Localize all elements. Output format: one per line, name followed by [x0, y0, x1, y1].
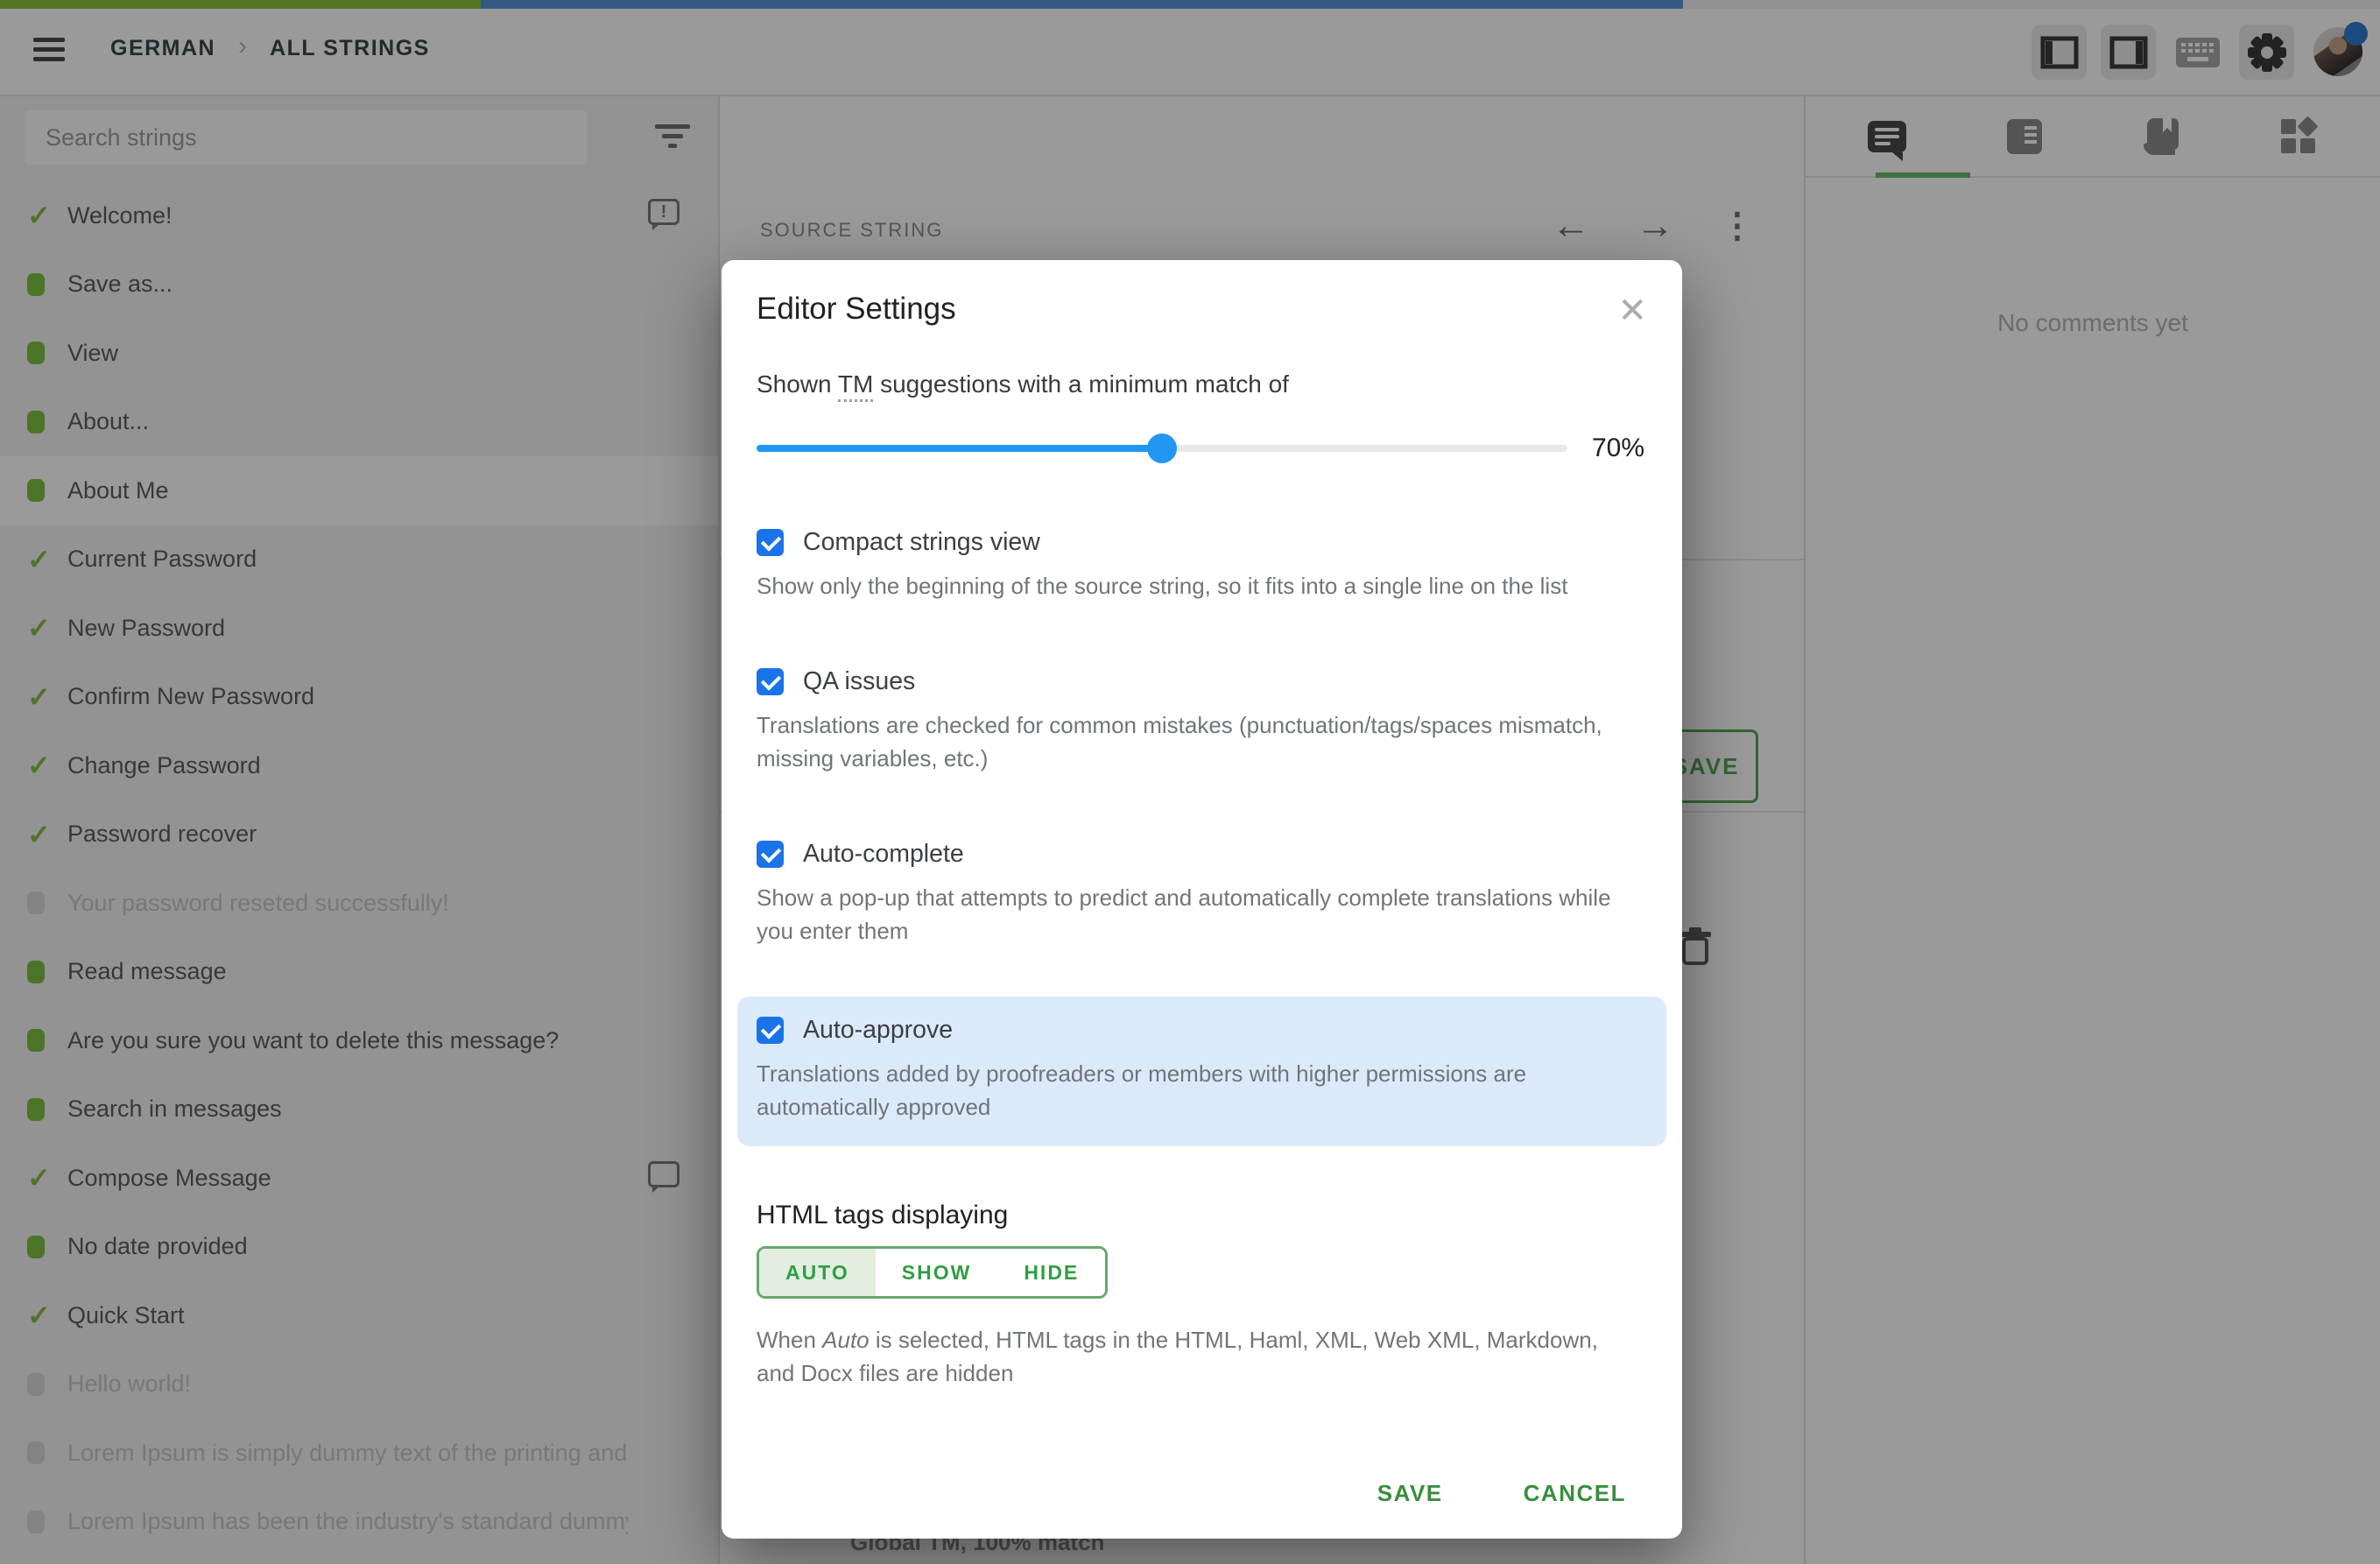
slider-track[interactable]: [757, 433, 1567, 463]
slider-value: 70%: [1592, 433, 1645, 462]
checkbox-checked[interactable]: [757, 1017, 784, 1044]
option-compact-strings-view: Compact strings view Show only the begin…: [757, 528, 1568, 599]
option-qa-issues: QA issues Translations are checked for c…: [757, 667, 1602, 771]
html-tags-description: When Auto is selected, HTML tags in the …: [757, 1327, 1598, 1386]
editor-settings-dialog: Editor Settings ✕ Shown TM suggestions w…: [722, 260, 1682, 1539]
close-icon[interactable]: ✕: [1617, 293, 1647, 328]
option-auto-complete: Auto-complete Show a pop-up that attempt…: [757, 840, 1611, 944]
slider-fill: [757, 445, 1162, 452]
option-auto-approve: Auto-approve Translations added by proof…: [737, 997, 1666, 1146]
checkbox-checked[interactable]: [757, 529, 784, 556]
segment-show[interactable]: SHOW: [875, 1249, 998, 1296]
segment-hide[interactable]: HIDE: [997, 1249, 1106, 1296]
checkbox-checked[interactable]: [757, 841, 784, 868]
html-tags-heading: HTML tags displaying: [757, 1201, 1009, 1229]
slider-thumb[interactable]: [1147, 433, 1177, 463]
dialog-footer: SAVE CANCEL: [1377, 1480, 1626, 1507]
save-button[interactable]: SAVE: [1377, 1480, 1443, 1507]
cancel-button[interactable]: CANCEL: [1524, 1480, 1626, 1507]
dialog-title: Editor Settings: [757, 292, 956, 326]
app: GERMAN › ALL STRINGS Search strings ✓ We…: [0, 0, 2380, 1564]
tm-slider-label: Shown TM suggestions with a minimum matc…: [757, 370, 1647, 402]
checkbox-checked[interactable]: [757, 668, 784, 695]
tm-match-slider-row: 70%: [757, 433, 1647, 463]
segment-auto[interactable]: AUTO: [759, 1249, 876, 1296]
html-tags-segmented-control: AUTO SHOW HIDE: [757, 1246, 1109, 1299]
tm-term[interactable]: TM: [837, 370, 874, 402]
